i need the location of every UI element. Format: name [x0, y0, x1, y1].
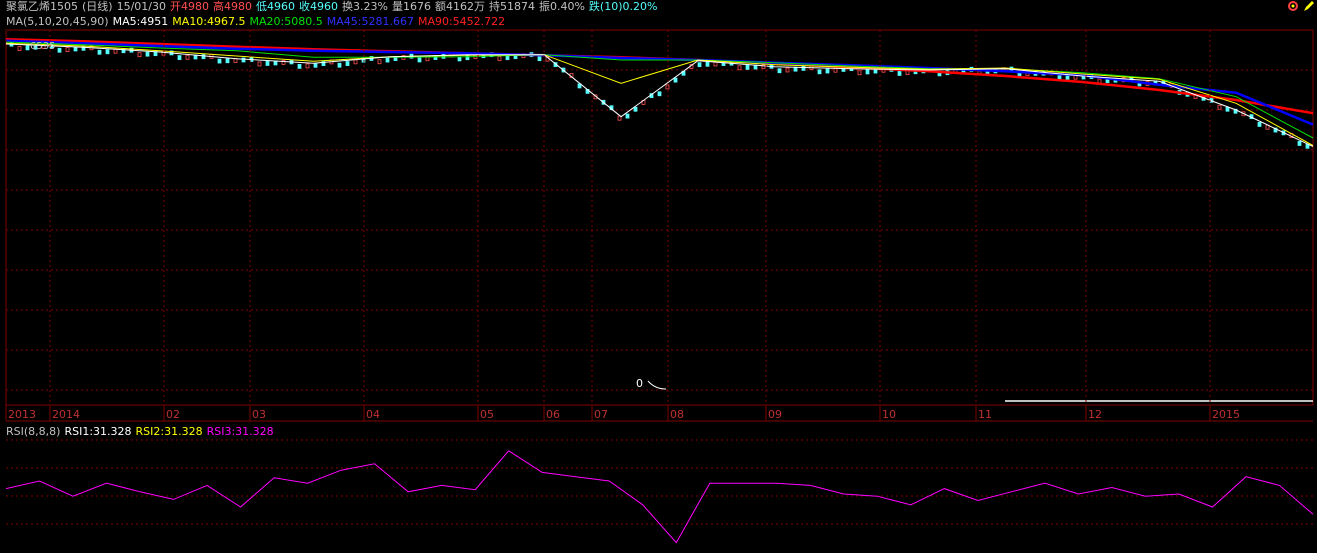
candle — [185, 54, 190, 60]
x-tick-label: 09 — [768, 408, 782, 421]
candle — [57, 47, 62, 53]
candle — [305, 63, 310, 69]
candle — [97, 49, 102, 55]
candle — [377, 59, 382, 65]
candle — [537, 56, 542, 62]
candle — [825, 68, 830, 74]
price-label-zero: 0 — [636, 377, 643, 390]
candle — [297, 63, 302, 69]
candle — [625, 113, 630, 119]
candle — [1297, 141, 1302, 146]
x-tick-label: 2013 — [8, 408, 36, 421]
candle — [313, 62, 318, 68]
candle — [257, 61, 262, 67]
zero-marker — [647, 380, 667, 390]
candle — [265, 61, 270, 66]
candle — [817, 69, 822, 75]
candle — [857, 70, 862, 76]
candle — [17, 46, 22, 51]
candle — [73, 46, 78, 52]
rsi-panel — [5, 450, 1314, 544]
candle — [897, 71, 902, 76]
rsi-line — [5, 450, 1314, 544]
x-tick-label: 2014 — [52, 408, 80, 421]
candle — [25, 45, 30, 51]
candle — [225, 58, 230, 64]
x-tick-label: 08 — [670, 408, 684, 421]
candle — [457, 56, 462, 62]
candle — [345, 61, 350, 66]
x-tick-label: 11 — [978, 408, 992, 421]
x-axis: 2013 2014 02 03 04 05 06 07 08 09 10 11 12 2015 — [5, 30, 1240, 421]
candle — [505, 55, 510, 61]
x-tick-label: 2015 — [1212, 408, 1240, 421]
candle — [1225, 106, 1230, 112]
candle — [633, 106, 638, 112]
candle — [497, 56, 502, 62]
candle — [1065, 75, 1070, 80]
x-tick-label: 10 — [882, 408, 896, 421]
candle — [385, 57, 390, 63]
candle — [217, 58, 222, 64]
x-tick-label: 07 — [594, 408, 608, 421]
candle — [177, 55, 182, 60]
x-tick-label: 06 — [546, 408, 560, 421]
x-tick-label: 05 — [480, 408, 494, 421]
rsi-legend: RSI(8,8,8) RSI1:31.328 RSI2:31.328 RSI3:31.… — [6, 425, 278, 438]
candle — [417, 57, 422, 63]
price-label-top: 6535 — [30, 41, 55, 52]
candle — [137, 52, 142, 58]
candle — [1257, 122, 1262, 127]
candle — [697, 62, 702, 68]
candle — [673, 77, 678, 83]
candle — [865, 69, 870, 75]
x-tick-label: 12 — [1088, 408, 1102, 421]
candle — [145, 51, 150, 57]
chart-grid — [5, 29, 1314, 525]
candle — [705, 61, 710, 67]
chart-canvas: 2013 2014 02 03 04 05 06 07 08 09 10 11 12 2015 6535 … — [5, 29, 1314, 544]
rsi3-value: RSI3:31.328 — [206, 425, 274, 438]
candle — [657, 91, 662, 97]
x-tick-label: 02 — [166, 408, 180, 421]
candle — [105, 49, 110, 55]
candle — [777, 68, 782, 74]
candle — [65, 47, 70, 53]
candle — [745, 65, 750, 70]
candle — [1217, 104, 1222, 110]
x-tick-label: 03 — [252, 408, 266, 421]
candle — [737, 65, 742, 71]
rsi2-value: RSI2:31.328 — [135, 425, 203, 438]
candle — [353, 59, 358, 65]
candle — [337, 62, 342, 68]
rsi-legend-label: RSI(8,8,8) — [6, 425, 61, 438]
rsi1-value: RSI1:31.328 — [64, 425, 132, 438]
x-tick-label: 04 — [366, 408, 380, 421]
